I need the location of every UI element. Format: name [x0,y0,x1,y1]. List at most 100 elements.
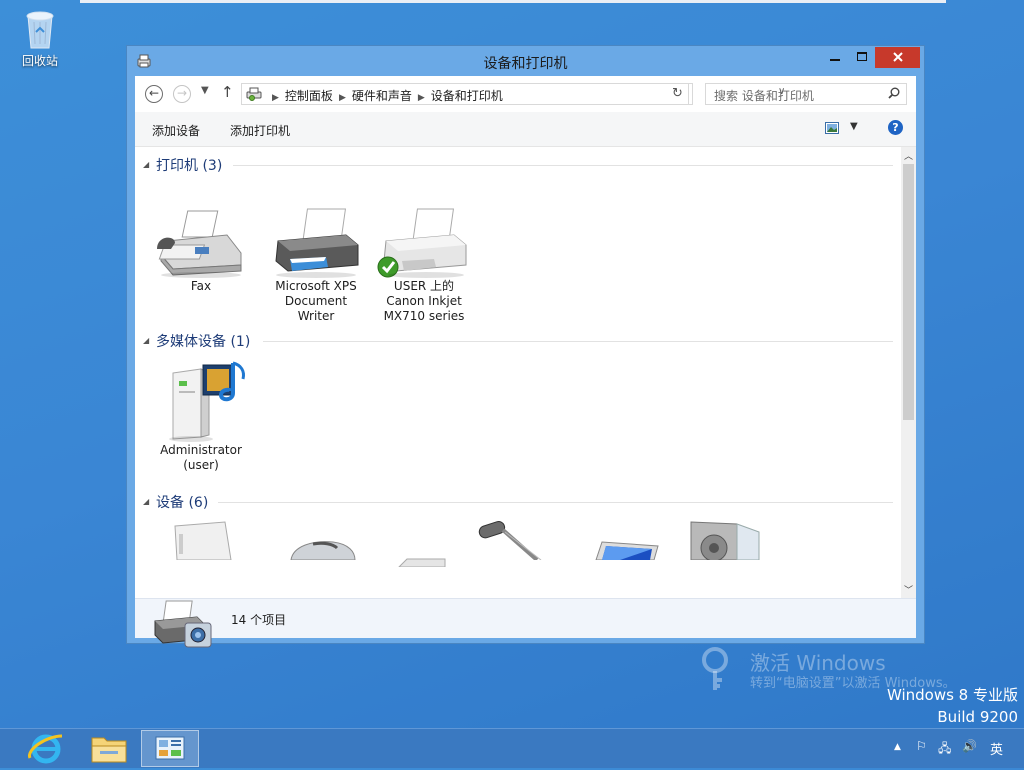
title-bar[interactable]: 设备和打印机 [127,46,924,76]
group-title-printers: 打印机 (3) [156,158,223,174]
monitor-icon[interactable] [590,540,660,560]
media-server-icon [169,361,245,442]
input-method-indicator[interactable]: 英 [990,739,1003,758]
arrow-right-icon: → [176,86,188,100]
refresh-icon: ↻ [672,86,683,101]
forward-button[interactable]: → [173,85,191,103]
group-title-multimedia: 多媒体设备 (1) [156,334,251,350]
label-line: Writer [297,309,335,323]
device-label-media-server: Administrator (user) [151,443,251,473]
breadcrumb-control-panel[interactable]: 控制面板 [285,89,333,103]
group-header-multimedia[interactable]: ◢ 多媒体设备 (1) [143,331,893,351]
taskbar: ▲ ⚐ 🖧 🔊 英 [0,728,1024,768]
taskbar-devices-printers-button[interactable] [141,730,199,767]
devices-printers-large-icon [154,600,212,648]
group-divider [218,502,893,503]
group-header-printers[interactable]: ◢ 打印机 (3) [143,155,893,175]
devices-printers-icon [246,87,262,101]
volume-icon[interactable]: 🔊 [962,739,977,753]
label-line: Canon Inkjet [386,294,462,308]
recent-locations-button[interactable]: ▼ [201,85,209,96]
breadcrumb-hardware-sound[interactable]: 硬件和声音 [352,89,412,103]
build-label: Build 9200 [937,708,1018,726]
label-line: Fax [190,279,212,293]
label-line: Document [284,294,348,308]
chevron-right-icon[interactable]: ▶ [418,93,425,103]
minimize-button[interactable] [821,47,849,68]
navigation-bar: ← → ▼ ↑ ▶ 控制面板 ▶ 硬件和声音 ▶ 设备和打印机 ∨ ↻ 搜索 设备和打印机 [135,76,916,112]
mouse-icon[interactable] [283,540,363,560]
address-bar[interactable]: ▶ 控制面板 ▶ 硬件和声音 ▶ 设备和打印机 ∨ [241,83,785,105]
chevron-right-icon: ▶ [272,93,279,103]
collapse-triangle-icon[interactable]: ◢ [143,160,149,169]
close-button[interactable] [875,47,920,68]
edition-label: Windows 8 专业版 [886,686,1018,704]
label-line: Administrator [160,443,242,457]
network-icon[interactable]: 🖧 [938,739,951,760]
breadcrumb-devices-printers[interactable]: 设备和打印机 [431,89,503,103]
group-divider [263,341,893,342]
view-options-dropdown[interactable]: ▼ [850,121,858,132]
keyboard-icon[interactable] [397,557,447,567]
chevron-right-icon[interactable]: ▶ [339,93,346,103]
breadcrumb: ▶ 控制面板 ▶ 硬件和声音 ▶ 设备和打印机 [266,87,503,104]
collapse-triangle-icon[interactable]: ◢ [143,336,149,345]
change-view-icon[interactable] [825,122,839,134]
devices-and-printers-window: 设备和打印机 ← → ▼ ↑ ▶ 控制面板 ▶ 硬件和声音 ▶ 设备和打印机 ∨… [126,45,925,648]
maximize-button[interactable] [849,47,875,68]
refresh-button[interactable]: ↻ [667,83,689,105]
build-info: Windows 8 专业版 Build 9200 [887,684,1018,728]
scroll-down-arrow-icon[interactable]: ﹀ [901,583,916,596]
chevron-down-icon: ▼ [201,85,209,96]
devices-list: ◢ 打印机 (3) Fax Microsoft XPS Document Wri… [135,147,916,598]
taskbar-ie-button[interactable] [16,730,74,767]
item-count: 14 个项目 [231,613,287,627]
caret-down-icon: ▼ [850,121,858,132]
minimize-icon [830,59,840,61]
arrow-up-icon: ↑ [221,83,234,101]
taskbar-file-explorer-button[interactable] [80,730,138,767]
recycle-bin-desktop-icon[interactable]: 回收站 [10,6,70,69]
scroll-thumb[interactable] [903,164,914,420]
internet-explorer-icon [28,734,63,764]
device-label-canon-mx710: USER 上的 Canon Inkjet MX710 series [374,279,474,324]
fax-icon [157,210,242,278]
command-bar: 添加设备 添加打印机 ▼ ? [135,112,916,147]
label-line: USER 上的 [393,279,455,293]
default-printer-icon [377,208,467,278]
key-icon [702,647,728,690]
up-button[interactable]: ↑ [221,83,234,101]
recycle-bin-label: 回收站 [21,54,58,68]
group-header-devices[interactable]: ◢ 设备 (6) [143,492,893,512]
help-button[interactable]: ? [888,120,903,135]
device-item-fax[interactable]: Fax [151,205,251,294]
microphone-icon[interactable] [475,520,555,560]
search-placeholder: 搜索 设备和打印机 [714,89,814,103]
scroll-up-arrow-icon[interactable]: ︿ [901,149,916,162]
label-line: MX710 series [383,309,465,323]
vertical-scrollbar[interactable]: ︿ ﹀ [901,147,916,598]
device-item-media-server[interactable]: Administrator (user) [151,359,251,473]
collapse-triangle-icon[interactable]: ◢ [143,497,149,506]
label-line: Microsoft XPS [275,279,357,293]
device-item-xps-writer[interactable]: Microsoft XPS Document Writer [266,205,366,324]
show-hidden-icons-button[interactable]: ▲ [894,742,901,752]
folder-icon [91,737,127,763]
maximize-icon [857,52,867,61]
details-pane: 14 个项目 [135,598,916,648]
arrow-left-icon: ← [148,86,160,100]
speaker-icon[interactable] [687,520,767,560]
window-client-area: ← → ▼ ↑ ▶ 控制面板 ▶ 硬件和声音 ▶ 设备和打印机 ∨ ↻ 搜索 设备和打印机 [135,76,916,648]
back-button[interactable]: ← [145,85,163,103]
control-panel-icon [155,736,185,760]
search-icon[interactable] [888,87,900,99]
computer-tower-icon[interactable] [165,520,235,560]
search-input[interactable]: 搜索 设备和打印机 [705,83,907,105]
device-label-xps-writer: Microsoft XPS Document Writer [266,279,366,324]
add-printer-button[interactable]: 添加打印机 [230,122,290,139]
action-center-flag-icon[interactable]: ⚐ [916,739,927,753]
add-device-button[interactable]: 添加设备 [152,122,200,139]
group-divider [233,165,893,166]
device-label-fax: Fax [151,279,251,294]
device-item-canon-mx710[interactable]: USER 上的 Canon Inkjet MX710 series [374,205,474,324]
